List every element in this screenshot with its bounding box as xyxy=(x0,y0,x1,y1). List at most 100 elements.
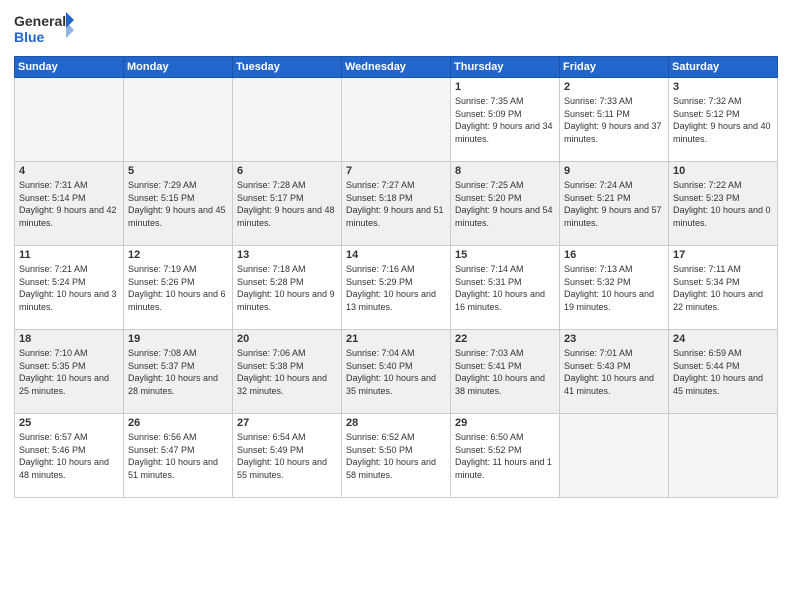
calendar-cell: 5 Sunrise: 7:29 AM Sunset: 5:15 PM Daylig… xyxy=(124,162,233,246)
calendar-cell: 9 Sunrise: 7:24 AM Sunset: 5:21 PM Daylig… xyxy=(560,162,669,246)
calendar-cell xyxy=(669,414,778,498)
calendar-week-row: 11 Sunrise: 7:21 AM Sunset: 5:24 PM Dayli… xyxy=(15,246,778,330)
day-info: Sunrise: 7:10 AM Sunset: 5:35 PM Dayligh… xyxy=(19,347,119,397)
calendar-cell: 21 Sunrise: 7:04 AM Sunset: 5:40 PM Dayli… xyxy=(342,330,451,414)
day-number: 23 xyxy=(564,333,664,345)
calendar-cell: 2 Sunrise: 7:33 AM Sunset: 5:11 PM Daylig… xyxy=(560,78,669,162)
calendar-cell: 28Sunrise: 6:52 AM Sunset: 5:50 PM Dayli… xyxy=(342,414,451,498)
calendar-cell: 12 Sunrise: 7:19 AM Sunset: 5:26 PM Dayli… xyxy=(124,246,233,330)
header: GeneralBlue xyxy=(14,10,778,50)
day-number: 5 xyxy=(128,165,228,177)
calendar-cell: 18 Sunrise: 7:10 AM Sunset: 5:35 PM Dayli… xyxy=(15,330,124,414)
calendar-cell: 1 Sunrise: 7:35 AM Sunset: 5:09 PM Daylig… xyxy=(451,78,560,162)
calendar-week-row: 25Sunrise: 6:57 AM Sunset: 5:46 PM Dayli… xyxy=(15,414,778,498)
day-info: Sunrise: 7:21 AM Sunset: 5:24 PM Dayligh… xyxy=(19,263,119,313)
day-number: 10 xyxy=(673,165,773,177)
logo: GeneralBlue xyxy=(14,10,74,50)
day-number: 28 xyxy=(346,417,446,429)
calendar-cell xyxy=(342,78,451,162)
day-info: Sunrise: 7:18 AM Sunset: 5:28 PM Dayligh… xyxy=(237,263,337,313)
day-info: Sunrise: 7:35 AM Sunset: 5:09 PM Dayligh… xyxy=(455,95,555,145)
day-info: Sunrise: 7:32 AM Sunset: 5:12 PM Dayligh… xyxy=(673,95,773,145)
calendar-cell: 13 Sunrise: 7:18 AM Sunset: 5:28 PM Dayli… xyxy=(233,246,342,330)
day-number: 29 xyxy=(455,417,555,429)
day-info: Sunrise: 7:27 AM Sunset: 5:18 PM Dayligh… xyxy=(346,179,446,229)
calendar-week-row: 1 Sunrise: 7:35 AM Sunset: 5:09 PM Daylig… xyxy=(15,78,778,162)
day-info: Sunrise: 7:29 AM Sunset: 5:15 PM Dayligh… xyxy=(128,179,228,229)
svg-text:General: General xyxy=(14,13,66,29)
day-number: 7 xyxy=(346,165,446,177)
calendar-cell: 27 Sunrise: 6:54 AM Sunset: 5:49 PM Dayli… xyxy=(233,414,342,498)
day-number: 22 xyxy=(455,333,555,345)
calendar-cell: 16 Sunrise: 7:13 AM Sunset: 5:32 PM Dayli… xyxy=(560,246,669,330)
calendar-cell: 24 Sunrise: 6:59 AM Sunset: 5:44 PM Dayli… xyxy=(669,330,778,414)
day-number: 3 xyxy=(673,81,773,93)
day-info: Sunrise: 7:11 AM Sunset: 5:34 PM Dayligh… xyxy=(673,263,773,313)
generalblue-logo-icon: GeneralBlue xyxy=(14,10,74,50)
day-number: 27 xyxy=(237,417,337,429)
svg-text:Blue: Blue xyxy=(14,29,45,45)
day-number: 21 xyxy=(346,333,446,345)
day-number: 24 xyxy=(673,333,773,345)
col-header-sunday: Sunday xyxy=(15,57,124,78)
col-header-thursday: Thursday xyxy=(451,57,560,78)
day-info: Sunrise: 6:54 AM Sunset: 5:49 PM Dayligh… xyxy=(237,431,337,481)
col-header-friday: Friday xyxy=(560,57,669,78)
calendar-cell: 22 Sunrise: 7:03 AM Sunset: 5:41 PM Dayli… xyxy=(451,330,560,414)
page: GeneralBlue SundayMondayTuesdayWednesday… xyxy=(0,0,792,612)
calendar-cell: 26Sunrise: 6:56 AM Sunset: 5:47 PM Dayli… xyxy=(124,414,233,498)
calendar-cell: 8 Sunrise: 7:25 AM Sunset: 5:20 PM Daylig… xyxy=(451,162,560,246)
day-number: 6 xyxy=(237,165,337,177)
calendar-cell: 17 Sunrise: 7:11 AM Sunset: 5:34 PM Dayli… xyxy=(669,246,778,330)
calendar-cell: 11 Sunrise: 7:21 AM Sunset: 5:24 PM Dayli… xyxy=(15,246,124,330)
day-info: Sunrise: 7:25 AM Sunset: 5:20 PM Dayligh… xyxy=(455,179,555,229)
calendar-cell: 25Sunrise: 6:57 AM Sunset: 5:46 PM Dayli… xyxy=(15,414,124,498)
calendar-cell: 14Sunrise: 7:16 AM Sunset: 5:29 PM Dayli… xyxy=(342,246,451,330)
calendar-cell: 4 Sunrise: 7:31 AM Sunset: 5:14 PM Daylig… xyxy=(15,162,124,246)
day-info: Sunrise: 7:19 AM Sunset: 5:26 PM Dayligh… xyxy=(128,263,228,313)
day-info: Sunrise: 7:08 AM Sunset: 5:37 PM Dayligh… xyxy=(128,347,228,397)
day-number: 8 xyxy=(455,165,555,177)
day-number: 4 xyxy=(19,165,119,177)
day-number: 18 xyxy=(19,333,119,345)
day-number: 14 xyxy=(346,249,446,261)
day-info: Sunrise: 7:04 AM Sunset: 5:40 PM Dayligh… xyxy=(346,347,446,397)
day-number: 1 xyxy=(455,81,555,93)
day-info: Sunrise: 7:01 AM Sunset: 5:43 PM Dayligh… xyxy=(564,347,664,397)
day-info: Sunrise: 7:13 AM Sunset: 5:32 PM Dayligh… xyxy=(564,263,664,313)
day-number: 9 xyxy=(564,165,664,177)
calendar-cell: 6 Sunrise: 7:28 AM Sunset: 5:17 PM Daylig… xyxy=(233,162,342,246)
calendar-week-row: 4 Sunrise: 7:31 AM Sunset: 5:14 PM Daylig… xyxy=(15,162,778,246)
day-number: 19 xyxy=(128,333,228,345)
day-info: Sunrise: 6:59 AM Sunset: 5:44 PM Dayligh… xyxy=(673,347,773,397)
day-info: Sunrise: 6:56 AM Sunset: 5:47 PM Dayligh… xyxy=(128,431,228,481)
day-number: 25 xyxy=(19,417,119,429)
calendar-header-row: SundayMondayTuesdayWednesdayThursdayFrid… xyxy=(15,57,778,78)
calendar-cell: 20Sunrise: 7:06 AM Sunset: 5:38 PM Dayli… xyxy=(233,330,342,414)
col-header-wednesday: Wednesday xyxy=(342,57,451,78)
day-info: Sunrise: 7:14 AM Sunset: 5:31 PM Dayligh… xyxy=(455,263,555,313)
calendar-cell xyxy=(15,78,124,162)
day-info: Sunrise: 7:33 AM Sunset: 5:11 PM Dayligh… xyxy=(564,95,664,145)
day-info: Sunrise: 7:22 AM Sunset: 5:23 PM Dayligh… xyxy=(673,179,773,229)
calendar-cell: 7 Sunrise: 7:27 AM Sunset: 5:18 PM Daylig… xyxy=(342,162,451,246)
col-header-monday: Monday xyxy=(124,57,233,78)
calendar-cell: 15Sunrise: 7:14 AM Sunset: 5:31 PM Dayli… xyxy=(451,246,560,330)
calendar-cell xyxy=(233,78,342,162)
calendar-cell: 29Sunrise: 6:50 AM Sunset: 5:52 PM Dayli… xyxy=(451,414,560,498)
calendar-cell: 23 Sunrise: 7:01 AM Sunset: 5:43 PM Dayli… xyxy=(560,330,669,414)
day-info: Sunrise: 7:03 AM Sunset: 5:41 PM Dayligh… xyxy=(455,347,555,397)
day-info: Sunrise: 7:28 AM Sunset: 5:17 PM Dayligh… xyxy=(237,179,337,229)
calendar-week-row: 18 Sunrise: 7:10 AM Sunset: 5:35 PM Dayli… xyxy=(15,330,778,414)
day-info: Sunrise: 7:24 AM Sunset: 5:21 PM Dayligh… xyxy=(564,179,664,229)
calendar-cell xyxy=(560,414,669,498)
calendar-table: SundayMondayTuesdayWednesdayThursdayFrid… xyxy=(14,56,778,498)
day-number: 17 xyxy=(673,249,773,261)
day-number: 2 xyxy=(564,81,664,93)
day-info: Sunrise: 7:31 AM Sunset: 5:14 PM Dayligh… xyxy=(19,179,119,229)
day-number: 13 xyxy=(237,249,337,261)
day-number: 12 xyxy=(128,249,228,261)
day-number: 11 xyxy=(19,249,119,261)
day-number: 16 xyxy=(564,249,664,261)
calendar-cell: 19 Sunrise: 7:08 AM Sunset: 5:37 PM Dayli… xyxy=(124,330,233,414)
